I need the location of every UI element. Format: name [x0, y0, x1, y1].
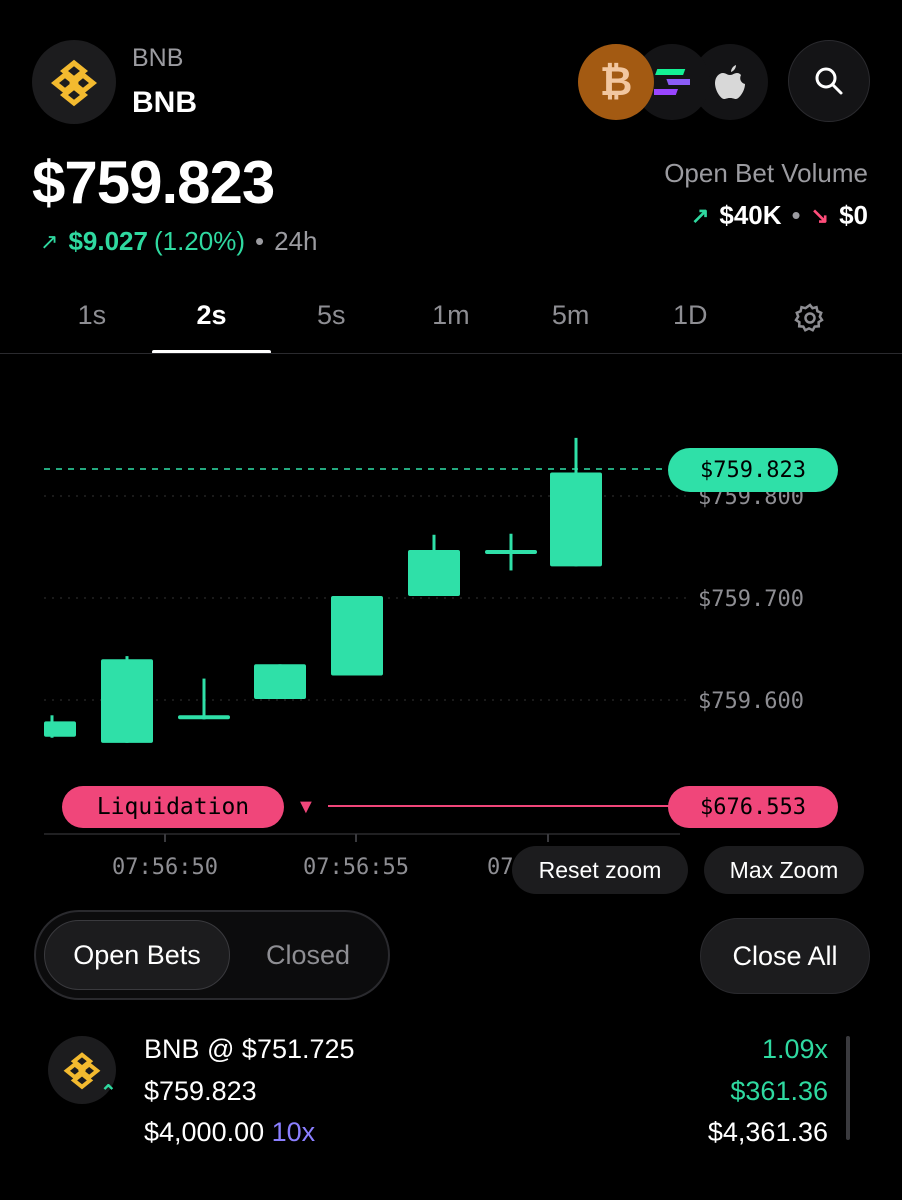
max-zoom-button[interactable]: Max Zoom: [704, 846, 864, 894]
x-tick-label: 07: [487, 855, 514, 880]
tabs-divider: [0, 353, 902, 354]
bet-value: $4,361.36: [707, 1117, 828, 1147]
price-change: ↗ $9.027 (1.20%) • 24h: [40, 226, 318, 257]
volume-separator: •: [791, 200, 801, 230]
change-separator: •: [255, 226, 265, 256]
y-tick-label: $759.600: [698, 689, 804, 714]
bet-amount: $4,000.00: [144, 1117, 265, 1147]
tab-5m[interactable]: 5m: [511, 290, 631, 354]
bet-title: BNB @ $751.725: [144, 1034, 355, 1064]
bitcoin-icon[interactable]: ₿: [578, 44, 654, 120]
volume-down: $0: [839, 200, 868, 230]
bet-leverage: 10x: [271, 1117, 316, 1147]
timeframe-tabs: 1s 2s 5s 1m 5m 1D: [32, 290, 870, 354]
arrow-up-right-icon: ↗: [690, 202, 710, 228]
liquidation-label: Liquidation: [62, 786, 284, 828]
search-icon: [815, 67, 843, 95]
tab-1s[interactable]: 1s: [32, 290, 152, 354]
settings-button[interactable]: [750, 290, 870, 354]
double-chevron-up-icon: ⌃: [100, 1082, 117, 1104]
candle-body: [254, 664, 306, 699]
gear-icon: [794, 303, 824, 332]
open-bets-tab[interactable]: Open Bets: [44, 920, 230, 990]
bet-amount-line: $4,000.00 10x: [144, 1117, 315, 1148]
volume-up: $40K: [719, 200, 782, 230]
close-all-button[interactable]: Close All: [700, 918, 870, 994]
current-price-tag: $759.823: [668, 448, 838, 492]
change-percent: (1.20%): [153, 226, 246, 256]
candle-body: [408, 550, 460, 596]
triangle-down-icon: ▼: [296, 796, 316, 818]
tab-5s[interactable]: 5s: [271, 290, 391, 354]
closed-bets-tab[interactable]: Closed: [238, 920, 378, 990]
x-tick-label: 07:56:50: [112, 855, 218, 880]
candle-body: [331, 595, 383, 676]
arrow-down-right-icon: ↘: [810, 202, 830, 228]
open-bet-volume-label: Open Bet Volume: [664, 158, 868, 188]
candle-body: [550, 472, 602, 567]
tab-2s[interactable]: 2s: [151, 290, 272, 354]
liquidation-price-tag: $676.553: [668, 786, 838, 828]
bnb-logo-icon: [32, 40, 116, 124]
bet-pnl: $361.36: [730, 1076, 828, 1106]
change-value: $9.027: [68, 226, 148, 256]
open-bet-volume: ↗ $40K • ↘ $0: [691, 200, 868, 231]
candle-body: [485, 550, 537, 555]
candle-body: [101, 659, 153, 743]
bet-current-price: $759.823: [144, 1076, 257, 1106]
symbol-label: BNB: [132, 44, 184, 72]
change-period: 24h: [274, 226, 318, 256]
tab-1d[interactable]: 1D: [630, 290, 750, 354]
reset-zoom-button[interactable]: Reset zoom: [512, 846, 688, 894]
candle-body: [44, 721, 76, 737]
symbol-title: BNB: [132, 86, 197, 119]
arrow-up-right-icon: ↗: [40, 228, 59, 254]
candle-body: [178, 715, 230, 720]
bet-multiplier: 1.09x: [761, 1034, 828, 1064]
x-tick-label: 07:56:55: [303, 855, 409, 880]
tab-1m[interactable]: 1m: [391, 290, 511, 354]
list-scrollbar[interactable]: [846, 1036, 850, 1140]
current-price: $759.823: [32, 149, 275, 216]
search-button[interactable]: [788, 40, 870, 122]
y-tick-label: $759.700: [698, 587, 804, 612]
